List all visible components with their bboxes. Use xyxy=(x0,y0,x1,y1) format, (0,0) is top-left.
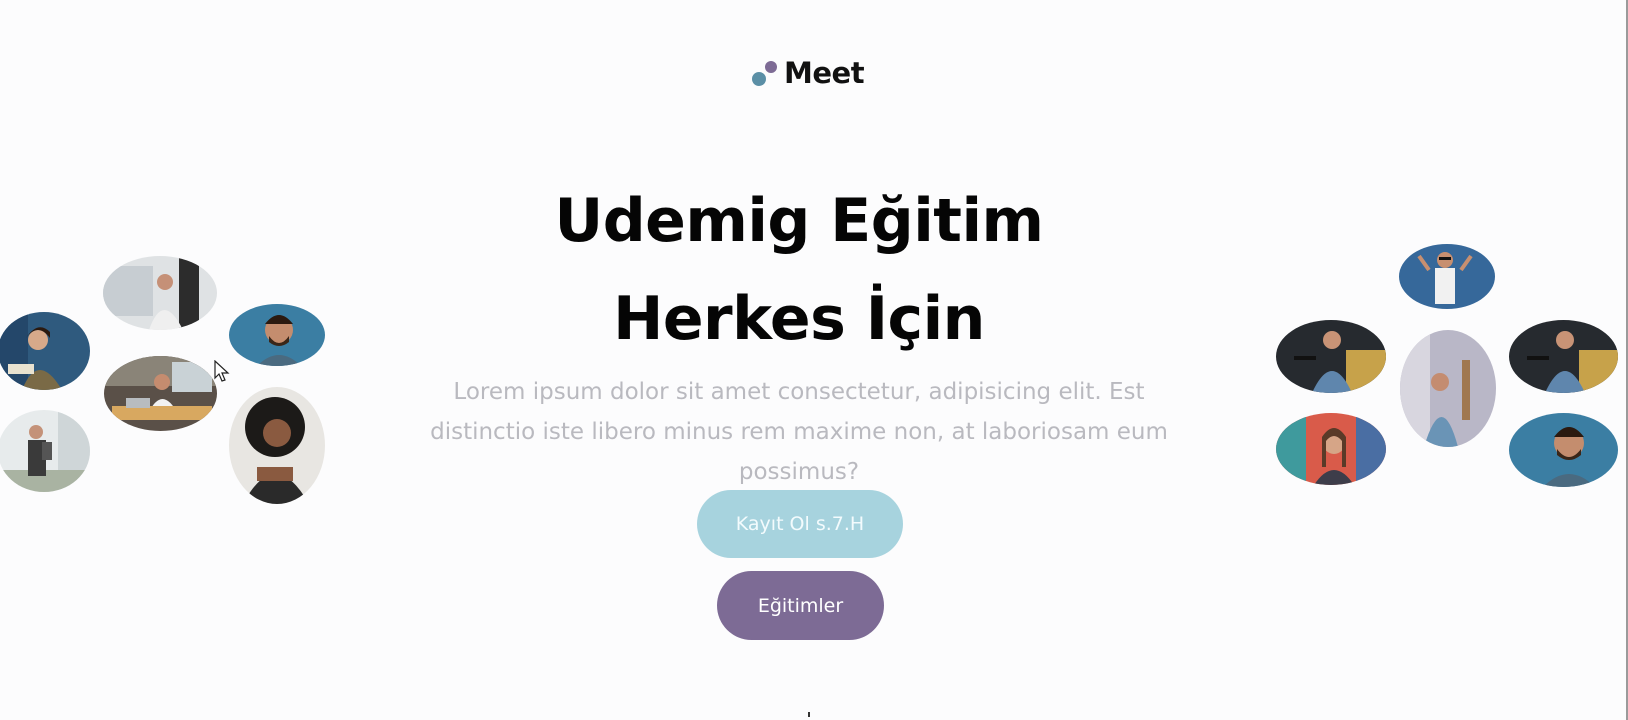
avatar-woman-sitting xyxy=(1400,330,1496,447)
avatar-person-reading xyxy=(0,312,90,390)
avatar-man-at-laptop xyxy=(104,356,217,431)
brand-logo[interactable]: Meet xyxy=(752,56,882,96)
hero-description: Lorem ipsum dolor sit amet consectetur, … xyxy=(430,379,1168,485)
avatar-man-with-backpack xyxy=(0,410,90,492)
scroll-indicator xyxy=(808,712,810,717)
logo-dot-icon xyxy=(765,61,777,73)
avatar-man-on-couch-2 xyxy=(1509,320,1618,393)
logo-dot-icon xyxy=(752,72,766,86)
avatar-woman-graffiti xyxy=(1276,413,1386,485)
avatar-man-with-phone xyxy=(103,256,217,330)
avatar-man-on-couch xyxy=(1276,320,1386,393)
register-button[interactable]: Kayıt Ol s.7.H xyxy=(697,490,903,558)
avatar-bearded-man xyxy=(229,304,325,366)
brand-name: Meet xyxy=(784,56,865,90)
mouse-pointer-icon xyxy=(214,360,230,382)
hero-title-line-1: Udemig Eğitim xyxy=(554,186,1044,256)
avatar-bearded-man-2 xyxy=(1509,413,1618,487)
avatar-man-sunglasses xyxy=(1399,244,1495,309)
courses-button[interactable]: Eğitimler xyxy=(717,571,884,640)
avatar-smiling-woman xyxy=(229,387,325,504)
